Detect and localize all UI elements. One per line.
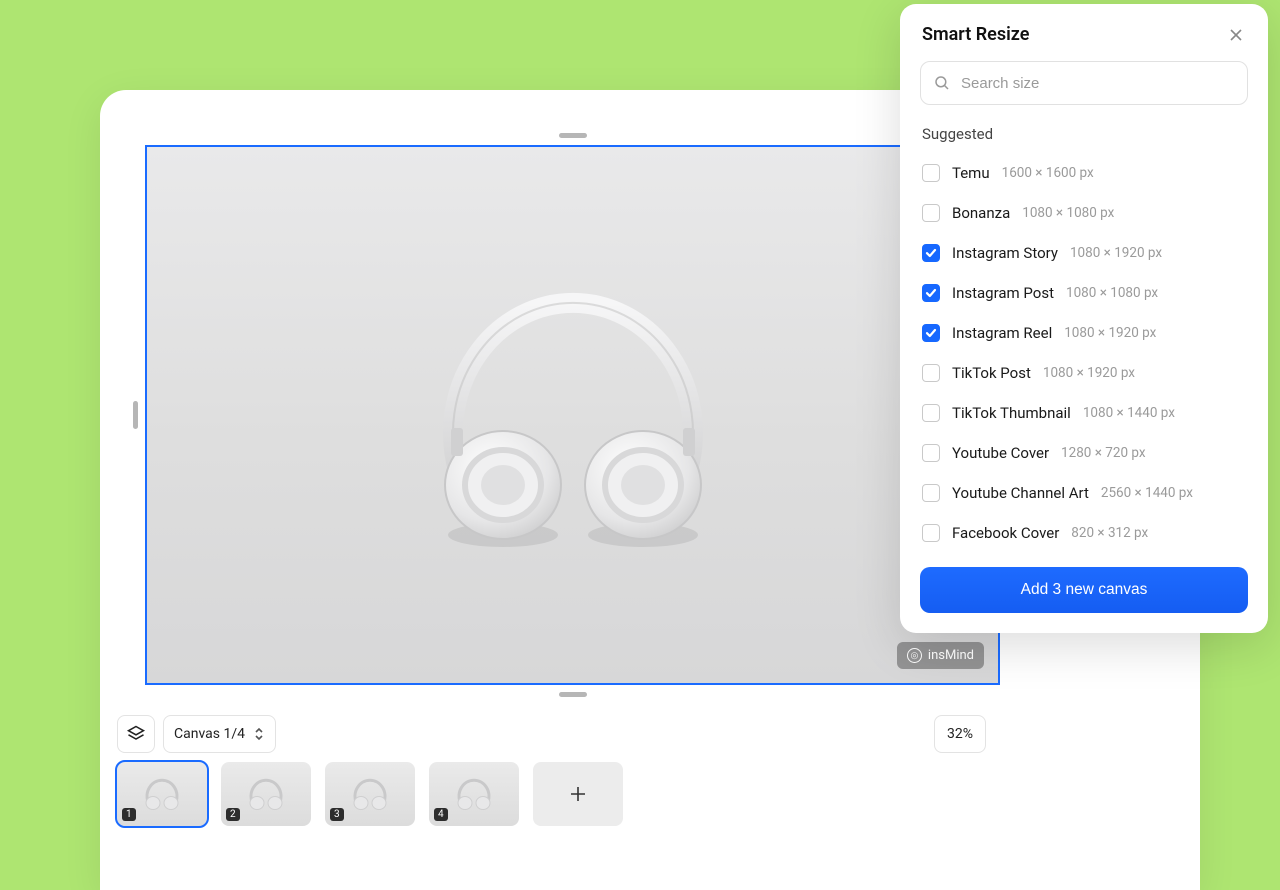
checkbox[interactable]: [922, 324, 940, 342]
checkbox[interactable]: [922, 404, 940, 422]
size-dimensions: 820 × 312 px: [1071, 525, 1148, 541]
canvas-area: ◎ insMind: [145, 145, 1000, 685]
canvas-thumbnails: 1 2 3 4: [117, 762, 623, 826]
size-name: Bonanza: [952, 204, 1010, 222]
checkbox[interactable]: [922, 204, 940, 222]
section-title: Suggested: [900, 117, 1268, 149]
thumb-index: 1: [122, 808, 136, 821]
add-canvas-button[interactable]: Add 3 new canvas: [920, 567, 1248, 613]
add-canvas-thumbnail[interactable]: [533, 762, 623, 826]
canvas-thumbnail[interactable]: 1: [117, 762, 207, 826]
size-dimensions: 1280 × 720 px: [1061, 445, 1146, 461]
checkbox[interactable]: [922, 164, 940, 182]
size-option[interactable]: TikTok Post 1080 × 1920 px: [922, 353, 1256, 393]
chevron-updown-icon: [253, 727, 265, 741]
canvas-frame[interactable]: ◎ insMind: [145, 145, 1000, 685]
size-name: Youtube Channel Art: [952, 484, 1089, 502]
size-dimensions: 1080 × 1440 px: [1083, 405, 1175, 421]
size-dimensions: 1080 × 1080 px: [1066, 285, 1158, 301]
panel-title: Smart Resize: [922, 24, 1029, 45]
canvas-selector[interactable]: Canvas 1/4: [163, 715, 276, 753]
thumb-index: 2: [226, 808, 240, 821]
size-dimensions: 1080 × 1920 px: [1070, 245, 1162, 261]
zoom-indicator[interactable]: 32%: [934, 715, 986, 753]
resize-handle-bottom[interactable]: [559, 692, 587, 697]
headphones-icon: [140, 776, 184, 812]
resize-handle-left[interactable]: [133, 401, 138, 429]
thumb-index: 4: [434, 808, 448, 821]
headphones-icon: [348, 776, 392, 812]
watermark-text: insMind: [928, 648, 974, 663]
panel-header: Smart Resize: [900, 4, 1268, 57]
size-name: Instagram Reel: [952, 324, 1052, 342]
size-option[interactable]: TikTok Thumbnail 1080 × 1440 px: [922, 393, 1256, 433]
checkbox[interactable]: [922, 244, 940, 262]
plus-icon: [568, 784, 588, 804]
watermark: ◎ insMind: [897, 642, 984, 669]
headphones-icon: [244, 776, 288, 812]
resize-handle-top[interactable]: [559, 133, 587, 138]
layers-button[interactable]: [117, 715, 155, 753]
size-name: TikTok Thumbnail: [952, 404, 1071, 422]
canvas-selector-label: Canvas 1/4: [174, 726, 245, 742]
canvas-thumbnail[interactable]: 4: [429, 762, 519, 826]
canvas-image: [403, 260, 743, 570]
check-icon: [925, 327, 937, 339]
check-icon: [925, 287, 937, 299]
size-name: Instagram Post: [952, 284, 1054, 302]
size-option[interactable]: Temu 1600 × 1600 px: [922, 153, 1256, 193]
zoom-value: 32%: [947, 726, 973, 742]
size-name: Youtube Cover: [952, 444, 1049, 462]
size-dimensions: 2560 × 1440 px: [1101, 485, 1193, 501]
checkbox[interactable]: [922, 524, 940, 542]
checkbox[interactable]: [922, 284, 940, 302]
size-option[interactable]: Youtube Channel Art 2560 × 1440 px: [922, 473, 1256, 513]
size-option[interactable]: Instagram Story 1080 × 1920 px: [922, 233, 1256, 273]
close-icon: [1228, 27, 1244, 43]
search-icon: [933, 74, 951, 92]
checkbox[interactable]: [922, 484, 940, 502]
canvas-thumbnail[interactable]: 3: [325, 762, 415, 826]
search-box[interactable]: [920, 61, 1248, 105]
thumb-index: 3: [330, 808, 344, 821]
size-list: Temu1600 × 1600 pxBonanza1080 × 1080 pxI…: [900, 149, 1268, 553]
size-option[interactable]: Facebook Cover 820 × 312 px: [922, 513, 1256, 553]
check-icon: [925, 247, 937, 259]
size-option[interactable]: Youtube Cover 1280 × 720 px: [922, 433, 1256, 473]
search-wrap: [900, 57, 1268, 117]
size-name: Temu: [952, 164, 990, 182]
size-name: Facebook Cover: [952, 524, 1059, 542]
size-option[interactable]: Instagram Post 1080 × 1080 px: [922, 273, 1256, 313]
panel-footer: Add 3 new canvas: [900, 553, 1268, 633]
checkbox[interactable]: [922, 444, 940, 462]
canvas-thumbnail[interactable]: 2: [221, 762, 311, 826]
smart-resize-panel: Smart Resize Suggested Temu 1600 × 1600 p…: [900, 4, 1268, 633]
bottom-toolbar: Canvas 1/4: [117, 715, 276, 753]
size-dimensions: 1080 × 1920 px: [1064, 325, 1156, 341]
close-button[interactable]: [1226, 25, 1246, 45]
size-dimensions: 1080 × 1920 px: [1043, 365, 1135, 381]
size-dimensions: 1080 × 1080 px: [1022, 205, 1114, 221]
checkbox[interactable]: [922, 364, 940, 382]
search-input[interactable]: [961, 75, 1235, 92]
headphones-icon: [452, 776, 496, 812]
size-option[interactable]: Bonanza 1080 × 1080 px: [922, 193, 1256, 233]
size-name: Instagram Story: [952, 244, 1058, 262]
size-name: TikTok Post: [952, 364, 1031, 382]
watermark-logo-icon: ◎: [907, 648, 922, 663]
size-dimensions: 1600 × 1600 px: [1002, 165, 1094, 181]
size-option[interactable]: Instagram Reel 1080 × 1920 px: [922, 313, 1256, 353]
layers-icon: [126, 724, 146, 744]
